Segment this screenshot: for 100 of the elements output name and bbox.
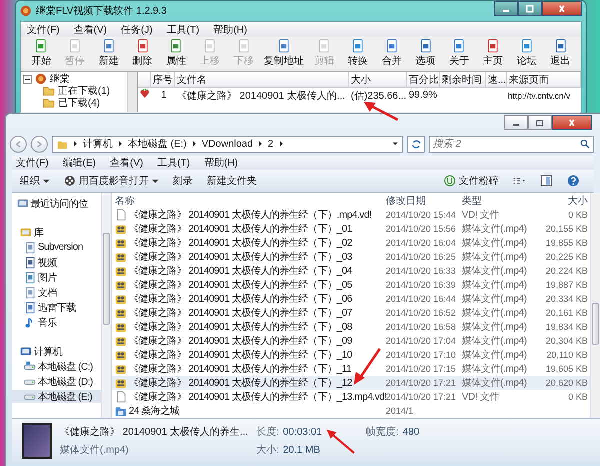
file-row[interactable]: 《健康之路》 20140901 太极传人的养生经（下）_04 2014/10/20 16:33 媒体文件(.mp4) 20,224 KB xyxy=(112,264,590,278)
breadcrumb[interactable]: VDownload xyxy=(202,138,254,150)
maximize-button[interactable] xyxy=(518,1,542,16)
toolbar-button[interactable]: 退出 xyxy=(544,39,577,69)
toolbar-button[interactable]: 删除 xyxy=(126,39,159,69)
scrollbar[interactable] xyxy=(127,72,137,112)
close-button[interactable] xyxy=(542,1,582,16)
scrollbar[interactable] xyxy=(101,193,111,418)
column-header[interactable]: 剩余时间 xyxy=(440,72,486,87)
file-row[interactable]: 《健康之路》 20140901 太极传人的养生经（下）_02 2014/10/20 16:04 媒体文件(.mp4) 19,855 KB xyxy=(112,236,590,250)
file-row[interactable]: 《健康之路》 20140901 太极传人的养生经（下）_12 2014/10/20 17:21 媒体文件(.mp4) 20,620 KB xyxy=(112,376,590,390)
file-row[interactable]: 《健康之路》 20140901 太极传人的养生经（下）_10 2014/10/20 17:10 媒体文件(.mp4) 20,110 KB xyxy=(112,348,590,362)
view-options-button[interactable] xyxy=(513,175,526,187)
menu-item[interactable]: 文件(F) xyxy=(27,23,60,36)
command-button[interactable]: 组织 xyxy=(20,174,50,188)
column-header[interactable]: 来源页面 xyxy=(507,72,581,87)
refresh-button[interactable] xyxy=(407,136,425,152)
column-header[interactable]: 大小 xyxy=(349,72,407,87)
command-button[interactable]: 刻录 xyxy=(173,174,193,188)
scrollbar[interactable] xyxy=(590,193,600,418)
breadcrumb[interactable]: 计算机 xyxy=(83,137,113,151)
nav-item[interactable]: Subversion xyxy=(12,241,101,254)
expand-toggle[interactable] xyxy=(23,74,32,84)
file-row[interactable]: 《健康之路》 20140901 太极传人的养生经（下）_09 2014/10/20 17:04 媒体文件(.mp4) 20,304 KB xyxy=(112,334,590,348)
minimize-button[interactable] xyxy=(494,1,518,16)
toolbar-button[interactable]: 主页 xyxy=(476,39,510,69)
column-header[interactable]: 大小 xyxy=(540,194,588,208)
file-size: 20,155 KB xyxy=(544,224,588,234)
table-cell-text: http://tv.cntv.cn/v xyxy=(507,90,572,100)
nav-item[interactable]: 最近访问的位 xyxy=(12,197,101,210)
menu-item[interactable]: 工具(T) xyxy=(157,156,190,170)
tree-item[interactable]: 继棠 xyxy=(50,72,70,86)
menu-item[interactable]: 工具(T) xyxy=(166,23,200,36)
toolbar-button[interactable]: 合并 xyxy=(375,39,408,69)
nav-item[interactable]: 音乐 xyxy=(12,316,101,329)
file-row[interactable]: 《健康之路》 20140901 太极传人的养生经（下）_13.mp4.vd!2014/10/20 17:21 VD! 文件 0 KB xyxy=(112,390,590,404)
toolbar-button[interactable]: 属性 xyxy=(160,39,193,69)
file-row[interactable]: 《健康之路》 20140901 太极传人的养生经（下）.mp4.vd! 2014/10/20 15:44 VD! 文件 0 KB xyxy=(112,208,590,222)
file-row[interactable]: 《健康之路》 20140901 太极传人的养生经（下）_05 2014/10/20 16:39 媒体文件(.mp4) 19,887 KB xyxy=(112,278,590,292)
nav-item[interactable]: 图片 xyxy=(12,271,101,284)
shred-button[interactable]: 文件粉碎 xyxy=(444,174,499,188)
breadcrumb[interactable]: 本地磁盘 (E:) xyxy=(128,137,187,151)
nav-item[interactable]: 迅雷下载 xyxy=(12,301,101,314)
toolbar-button[interactable]: 选项 xyxy=(409,39,442,69)
breadcrumb[interactable]: 2 xyxy=(268,138,274,150)
address-bar[interactable]: 计算机 本地磁盘 (E:) VDownload 2 xyxy=(52,136,403,152)
menu-item[interactable]: 编辑(E) xyxy=(62,156,96,170)
blank-file-icon xyxy=(115,209,127,221)
column-header[interactable]: 修改日期 xyxy=(386,194,462,208)
help-button[interactable] xyxy=(567,175,580,187)
command-button[interactable]: 用百度影音打开 xyxy=(64,174,159,188)
forward-button[interactable] xyxy=(31,136,48,152)
nav-item[interactable]: 本地磁盘 (C:) xyxy=(12,360,101,373)
toolbar-button[interactable]: 复制地址 xyxy=(261,39,307,69)
back-button[interactable] xyxy=(10,136,27,152)
menu-item[interactable]: 任务(J) xyxy=(121,23,153,36)
file-name: 《健康之路》 20140901 太极传人的养生经（下）.mp4.vd! xyxy=(129,208,372,222)
nav-item[interactable]: 文档 xyxy=(12,286,101,299)
chevron-icon xyxy=(73,141,78,147)
app-logo-icon xyxy=(20,5,32,17)
toolbar-button[interactable]: 关于 xyxy=(442,39,476,69)
menu-item[interactable]: 查看(V) xyxy=(110,156,144,170)
column-header[interactable]: 百分比 xyxy=(407,72,440,87)
nav-item[interactable]: 库 xyxy=(12,226,101,239)
nav-item[interactable]: 视频 xyxy=(12,256,101,269)
toolbar-button[interactable]: 新建 xyxy=(92,39,126,69)
column-header[interactable]: 速... xyxy=(486,72,507,87)
menu-item[interactable]: 文件(F) xyxy=(16,156,49,170)
file-row[interactable]: 《健康之路》 20140901 太极传人的养生经（下）_01 2014/10/20 15:56 媒体文件(.mp4) 20,155 KB xyxy=(112,222,590,236)
file-date: 2014/10/20 17:04 xyxy=(386,336,458,346)
menu-item[interactable]: 查看(V) xyxy=(74,23,108,36)
toolbar-button[interactable]: 转换 xyxy=(342,39,374,69)
preview-pane-button[interactable] xyxy=(540,175,553,187)
column-header[interactable]: 名称 xyxy=(115,194,386,208)
file-row[interactable]: 《健康之路》 20140901 太极传人的养生经（下）_08 2014/10/20 16:58 媒体文件(.mp4) 19,834 KB xyxy=(112,320,590,334)
file-row[interactable]: 《健康之路》 20140901 太极传人的养生经（下）_06 2014/10/20 16:44 媒体文件(.mp4) 20,334 KB xyxy=(112,292,590,306)
file-type: VD! 文件 xyxy=(462,208,500,222)
column-header[interactable]: 类型 xyxy=(462,194,540,208)
toolbar-button[interactable]: 开始 xyxy=(25,39,58,69)
shield-icon xyxy=(444,175,456,187)
command-button[interactable]: 新建文件夹 xyxy=(207,174,257,188)
menu-item[interactable]: 帮助(H) xyxy=(214,23,248,36)
search-field[interactable]: 搜索 2 xyxy=(429,136,594,152)
file-row[interactable]: 24 桑海之城 2014/1 xyxy=(112,404,590,418)
tree-item[interactable]: 已下载(4) xyxy=(58,96,100,110)
close-button[interactable] xyxy=(552,115,592,130)
tree-item[interactable]: 正在下载(1) xyxy=(58,84,110,98)
menu-item[interactable]: 帮助(H) xyxy=(204,156,238,170)
column-header[interactable]: 序号 xyxy=(151,72,175,87)
restore-button[interactable] xyxy=(528,115,552,130)
file-row[interactable]: 《健康之路》 20140901 太极传人的养生经（下）_07 2014/10/20 16:52 媒体文件(.mp4) 20,161 KB xyxy=(112,306,590,320)
nav-item[interactable]: 计算机 xyxy=(12,345,101,358)
file-row[interactable]: 《健康之路》 20140901 太极传人的养生经（下）_11 2014/10/20 17:15 媒体文件(.mp4) 19,605 KB xyxy=(112,362,590,376)
minimize-button[interactable] xyxy=(504,115,528,130)
column-header[interactable]: 文件名 xyxy=(175,72,349,87)
document-icon xyxy=(554,39,568,53)
nav-item[interactable]: 本地磁盘 (D:) xyxy=(12,375,101,388)
file-row[interactable]: 《健康之路》 20140901 太极传人的养生经（下）_03 2014/10/20 16:25 媒体文件(.mp4) 20,225 KB xyxy=(112,250,590,264)
nav-item[interactable]: 本地磁盘 (E:) xyxy=(12,390,101,403)
toolbar-button[interactable]: 论坛 xyxy=(510,39,544,69)
